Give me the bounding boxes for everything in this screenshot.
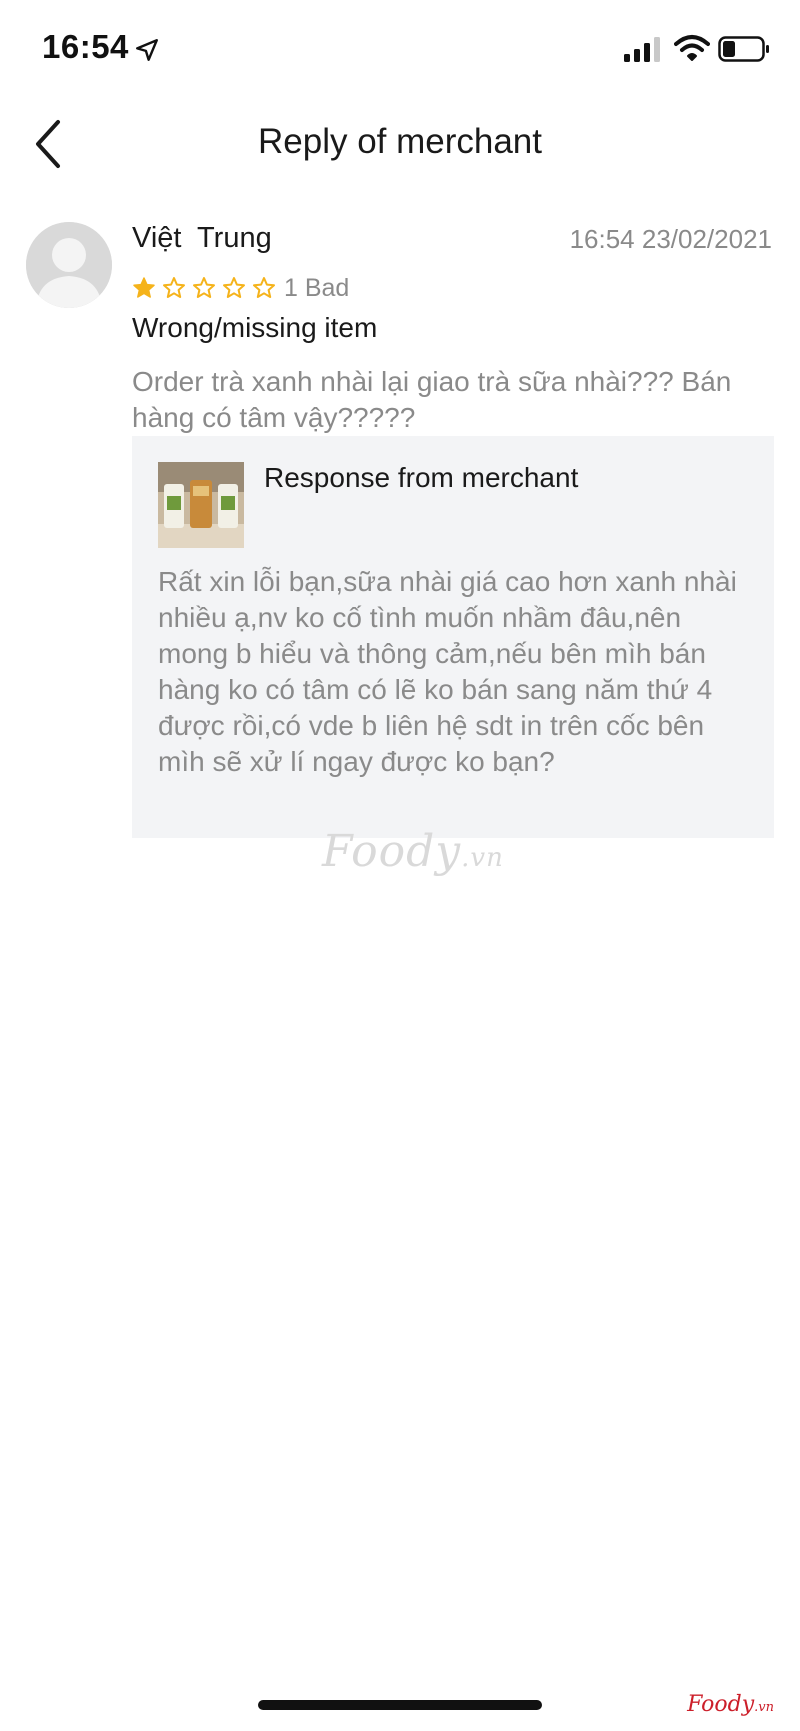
rating-row: 1 Bad [132,272,349,304]
reply-body: Rất xin lỗi bạn,sữa nhài giá cao hơn xan… [158,566,737,777]
user-placeholder-icon [26,222,112,308]
review-date: 16:54 23/02/2021 [569,224,772,254]
reviewer-name[interactable]: Việt Trung [132,222,272,255]
star-filled-icon [133,277,155,298]
corner-watermark-brand: Foody [687,1692,755,1717]
watermark-suffix: .vn [461,843,504,873]
watermark-logo: Foody.vn [322,826,504,877]
merchant-reply-card: Response from merchant Rất xin lỗi bạn,s… [132,436,774,838]
star-empty-icon [253,277,275,298]
star-empty-icon [163,277,185,298]
location-arrow-icon [136,39,158,61]
merchant-photo [158,462,244,548]
status-time: 16:54 [42,28,129,65]
review-title: Wrong/missing item [132,312,378,343]
cellular-signal-icon [624,37,660,62]
header: Reply of merchant [0,100,800,190]
watermark-brand: Foody [322,826,462,877]
home-indicator[interactable] [258,1700,542,1710]
rating-label: 1 Bad [284,273,350,302]
reply-heading: Response from merchant [264,462,579,493]
wifi-icon [674,35,710,61]
corner-watermark-logo: Foody.vn [687,1692,774,1717]
page-title: Reply of merchant [257,122,543,161]
corner-watermark-suffix: .vn [754,1700,774,1715]
star-empty-icon [193,277,215,298]
battery-icon [718,36,769,62]
review-body: Order trà xanh nhài lại giao trà sữa nhà… [132,366,732,433]
avatar[interactable] [26,222,112,308]
status-bar: 16:54 [0,0,800,100]
star-empty-icon [223,277,245,298]
